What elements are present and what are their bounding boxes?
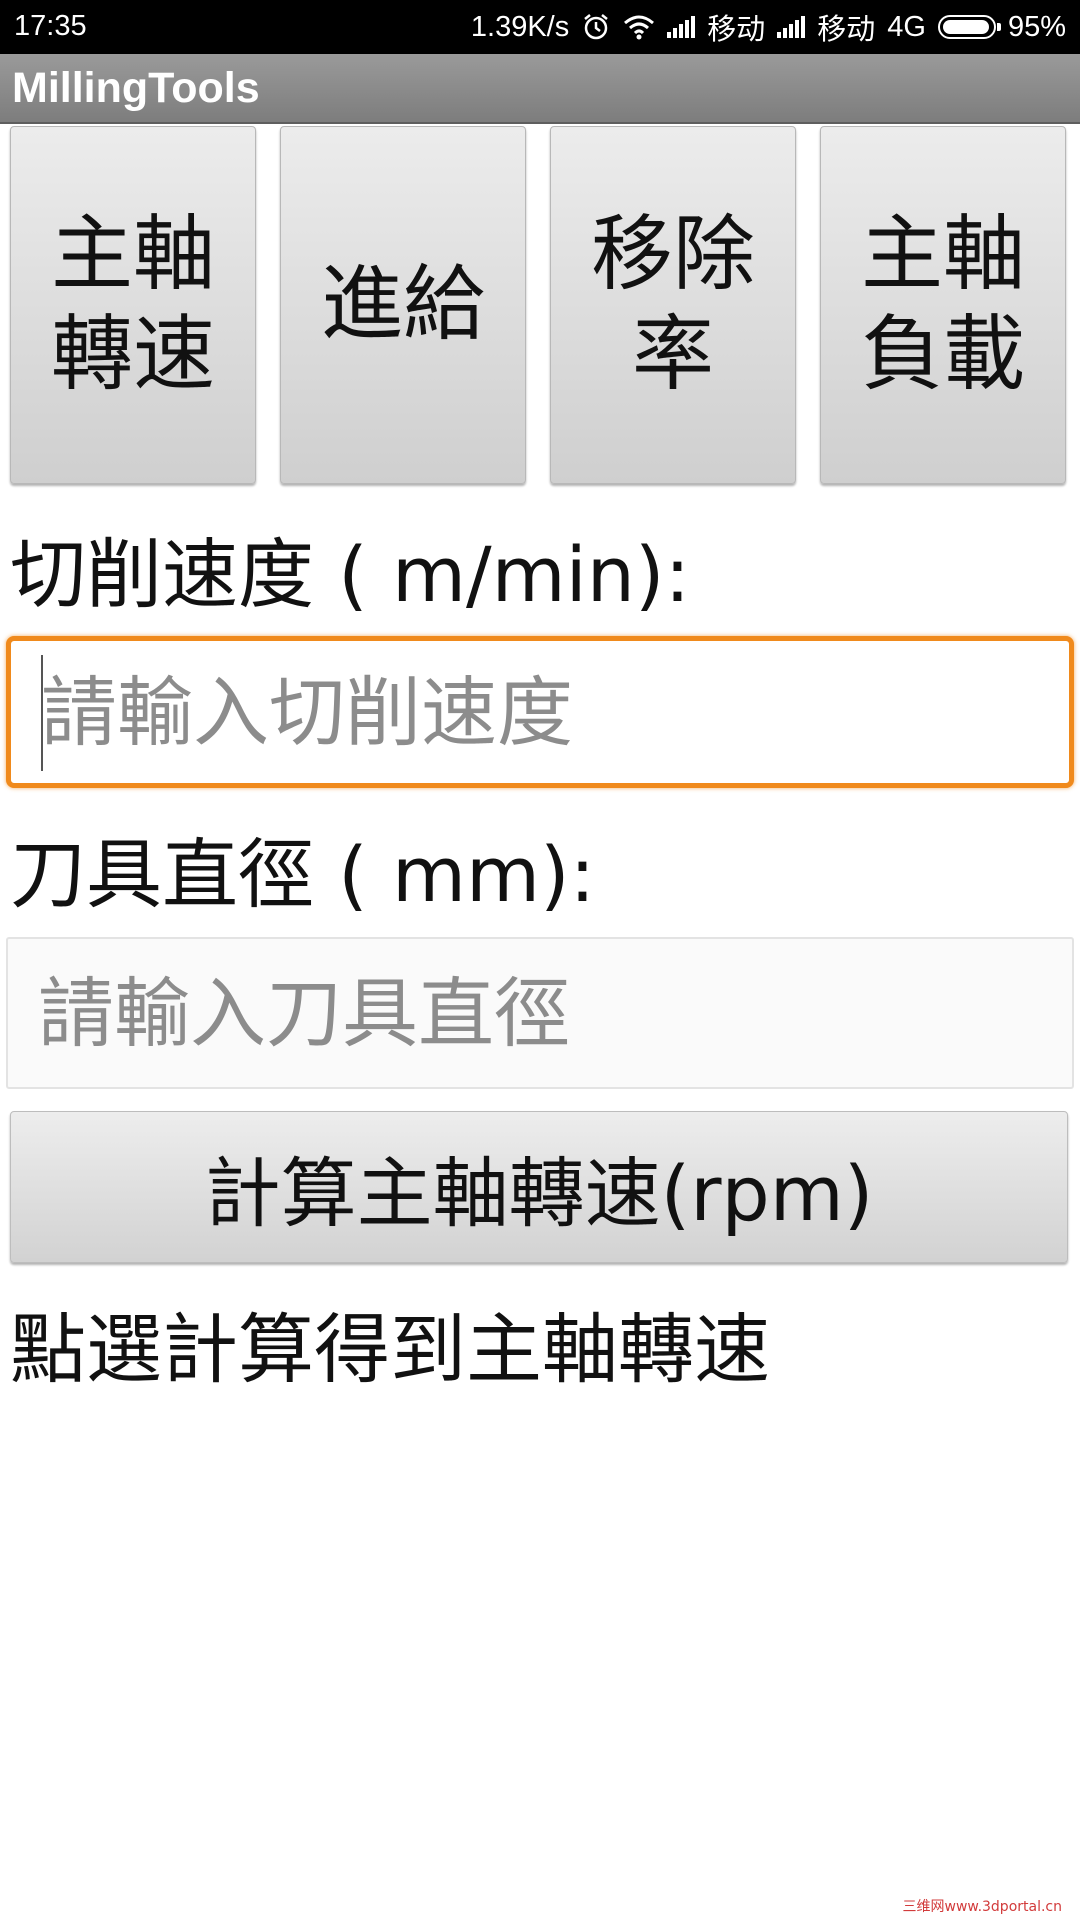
status-time: 17:35 [14, 10, 87, 42]
calculate-spindle-speed-button[interactable]: 計算主軸轉速(rpm) [10, 1111, 1068, 1263]
calculate-button-label: 計算主軸轉速(rpm) [204, 1149, 874, 1238]
status-indicators: 1.39K/s 移动 移动 4G 95% [471, 0, 1066, 54]
spindle-load-button[interactable]: 主軸 負載 [820, 126, 1066, 484]
feed-button-label: 進給 [320, 257, 485, 352]
cutting-speed-field-box [6, 636, 1074, 788]
tool-diameter-label: 刀具直徑 ( mm): [10, 830, 596, 919]
alarm-icon [584, 14, 609, 40]
signal-strength-icon [667, 16, 696, 38]
result-text: 點選計算得到主軸轉速 [10, 1305, 770, 1394]
mode-button-row: 主軸 轉速 進給 移除率 主軸 負載 [10, 126, 1070, 486]
action-bar: MillingTools [0, 54, 1080, 124]
wifi-icon [624, 15, 655, 40]
app-title: MillingTools [12, 64, 260, 112]
signal-strength-icon [777, 16, 806, 38]
carrier-1-label: 移动 [707, 14, 766, 46]
spindle-speed-button-label: 主軸 轉速 [50, 207, 215, 402]
cutting-speed-label: 切削速度 ( m/min): [10, 530, 691, 619]
removal-rate-button[interactable]: 移除率 [550, 126, 796, 484]
tool-diameter-input[interactable] [8, 939, 1072, 1087]
spindle-load-button-label: 主軸 負載 [860, 207, 1025, 402]
status-bar: 17:35 1.39K/s 移动 移动 4G 95% [0, 0, 1080, 54]
carrier-2-label: 移动 [817, 14, 876, 46]
removal-rate-button-label: 移除率 [590, 207, 755, 402]
watermark: 三维网www.3dportal.cn [902, 1899, 1063, 1915]
feed-button[interactable]: 進給 [280, 126, 526, 484]
text-cursor [41, 655, 43, 771]
battery-percent: 95% [1007, 10, 1066, 43]
network-speed: 1.39K/s [470, 10, 570, 43]
network-type: 4G [887, 10, 926, 43]
cutting-speed-input[interactable] [11, 641, 1069, 783]
tool-diameter-field-box [6, 937, 1074, 1089]
spindle-speed-button[interactable]: 主軸 轉速 [10, 126, 256, 484]
battery-icon [937, 15, 1001, 39]
